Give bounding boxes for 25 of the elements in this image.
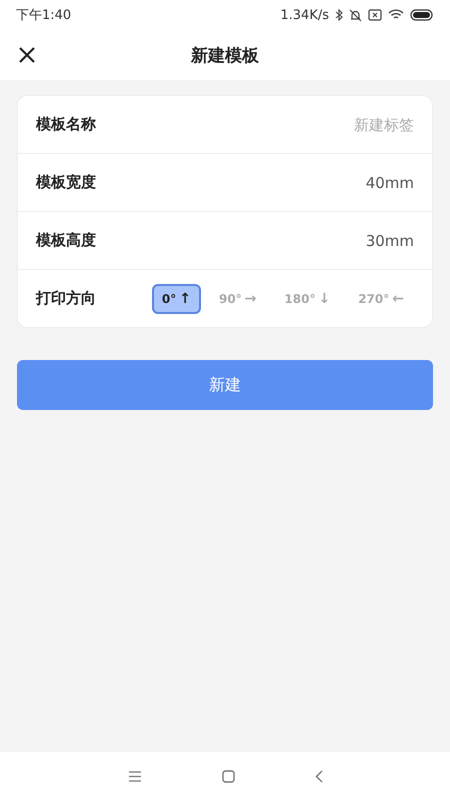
page-title: 新建模板 [191,44,259,66]
field-label: 模板名称 [36,115,96,134]
direction-option[interactable]: 180° ↓ [274,284,340,314]
direction-option[interactable]: 270° ← [348,284,414,314]
bluetooth-icon [335,9,343,21]
wifi-icon [388,9,404,21]
sim-icon [368,9,382,21]
field-label: 打印方向 [36,289,96,308]
name-input[interactable]: 新建标签 [264,116,414,134]
width-value[interactable]: 40mm [366,174,414,192]
back-icon[interactable] [314,770,322,782]
menu-icon[interactable] [128,770,142,782]
close-icon [18,46,36,64]
direction-option[interactable]: 0° ↑ [152,284,201,314]
field-label: 模板高度 [36,231,96,250]
direction-option[interactable]: 90° → [208,284,266,314]
status-time: 下午1:40 [16,7,72,24]
close-button[interactable] [18,46,36,64]
home-icon[interactable] [222,770,234,782]
bell-muted-icon [349,8,362,22]
field-label: 模板宽度 [36,173,96,192]
create-button[interactable]: 新建 [17,360,433,410]
network-speed: 1.34K/s [280,8,329,22]
battery-icon [410,9,434,21]
height-value[interactable]: 30mm [366,232,414,250]
